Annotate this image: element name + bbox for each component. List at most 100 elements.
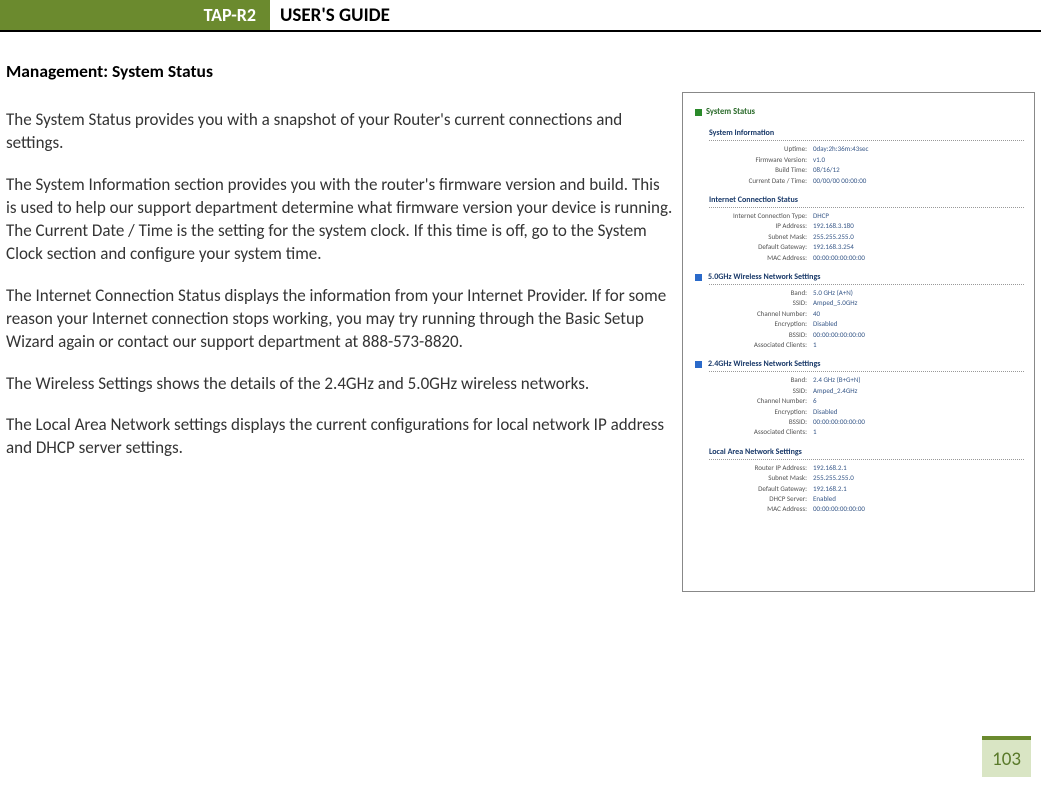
screenshot-row: DHCP Server:Enabled <box>695 494 1024 503</box>
screenshot-row-label: Build Time: <box>695 165 813 174</box>
screenshot-row: Associated Clients:1 <box>695 340 1024 349</box>
screenshot-row-label: MAC Address: <box>695 253 813 262</box>
screenshot-row: Current Date / Time:00/00/00 00:00:00 <box>695 176 1024 185</box>
screenshot-main-title: System Status <box>695 107 1024 118</box>
screenshot-row: MAC Address:00:00:00:00:00:00 <box>695 253 1024 262</box>
screenshot-row: Subnet Mask:255.255.255.0 <box>695 232 1024 241</box>
screenshot-row-label: Associated Clients: <box>695 340 813 349</box>
screenshot-row-label: Encryption: <box>695 407 813 416</box>
screenshot-row-label: Uptime: <box>695 144 813 153</box>
section-title: Management: System Status <box>6 60 674 82</box>
screenshot-row: Encryption:Disabled <box>695 407 1024 416</box>
screenshot-row-label: Firmware Version: <box>695 155 813 164</box>
screenshot-row: Build Time:08/16/12 <box>695 165 1024 174</box>
screenshot-row: Band:2.4 GHz (B+G+N) <box>695 375 1024 384</box>
paragraph: The Local Area Network settings displays… <box>6 413 674 460</box>
screenshot-row-value: 1 <box>813 427 817 436</box>
screenshot-row-value: v1.0 <box>813 155 825 164</box>
screenshot-row-label: Subnet Mask: <box>695 473 813 482</box>
screenshot-row-label: MAC Address: <box>695 504 813 513</box>
screenshot-row-value: Disabled <box>813 407 837 416</box>
screenshot-row-value: 2.4 GHz (B+G+N) <box>813 375 861 384</box>
screenshot-row-label: Encryption: <box>695 319 813 328</box>
screenshot-section-title: System Information <box>709 128 1024 141</box>
screenshot-row-label: Subnet Mask: <box>695 232 813 241</box>
screenshot-row-label: Band: <box>695 288 813 297</box>
screenshot-row-value: Amped_5.0GHz <box>813 298 857 307</box>
screenshot-row-value: 6 <box>813 396 817 405</box>
screenshot-row-value: 00:00:00:00:00:00 <box>813 417 865 426</box>
screenshot-row-value: 192.168.3.254 <box>813 242 854 251</box>
screenshot-row-value: 192.168.3.180 <box>813 221 854 230</box>
screenshot-row-value: Enabled <box>813 494 836 503</box>
screenshot-row-label: SSID: <box>695 386 813 395</box>
screenshot-row: Band:5.0 GHz (A+N) <box>695 288 1024 297</box>
header-model-badge: TAP-R2 <box>0 0 270 30</box>
screenshot-row: BSSID:00:00:00:00:00:00 <box>695 417 1024 426</box>
screenshot-section-title: Internet Connection Status <box>709 195 1024 208</box>
screenshot-row: Subnet Mask:255.255.255.0 <box>695 473 1024 482</box>
screenshot-row: Default Gateway:192.168.2.1 <box>695 484 1024 493</box>
paragraph: The Wireless Settings shows the details … <box>6 372 674 395</box>
screenshot-section-title: 2.4GHz Wireless Network Settings <box>709 359 1024 372</box>
screenshot-row: Default Gateway:192.168.3.254 <box>695 242 1024 251</box>
screenshot-row-value: 00/00/00 00:00:00 <box>813 176 866 185</box>
screenshot-row: Encryption:Disabled <box>695 319 1024 328</box>
page-number: 103 <box>982 736 1031 777</box>
screenshot-row-value: 192.168.2.1 <box>813 463 847 472</box>
screenshot-row: SSID:Amped_2.4GHz <box>695 386 1024 395</box>
paragraph: The System Status provides you with a sn… <box>6 108 674 155</box>
screenshot-section-title: 5.0GHz Wireless Network Settings <box>709 272 1024 285</box>
screenshot-row: Channel Number:6 <box>695 396 1024 405</box>
header-title: USER'S GUIDE <box>270 0 390 30</box>
screenshot-row-value: 255.255.255.0 <box>813 473 854 482</box>
screenshot-row: Uptime:0day:2h:36m:43sec <box>695 144 1024 153</box>
screenshot-row-label: BSSID: <box>695 417 813 426</box>
screenshot-row-label: Band: <box>695 375 813 384</box>
screenshot-row-value: 00:00:00:00:00:00 <box>813 330 865 339</box>
screenshot-row-label: DHCP Server: <box>695 494 813 503</box>
screenshot-row: BSSID:00:00:00:00:00:00 <box>695 330 1024 339</box>
screenshot-row: Router IP Address:192.168.2.1 <box>695 463 1024 472</box>
screenshot-row-value: 0day:2h:36m:43sec <box>813 144 868 153</box>
header-bar: TAP-R2 USER'S GUIDE <box>0 0 1041 32</box>
screenshot-section-title: Local Area Network Settings <box>709 447 1024 460</box>
screenshot-row-label: Associated Clients: <box>695 427 813 436</box>
screenshot-row-label: Default Gateway: <box>695 484 813 493</box>
paragraph: The System Information section provides … <box>6 173 674 266</box>
screenshot-row-label: SSID: <box>695 298 813 307</box>
screenshot-column: System Status System InformationUptime:0… <box>682 60 1035 592</box>
screenshot-row-value: 00:00:00:00:00:00 <box>813 253 865 262</box>
screenshot-row: Channel Number:40 <box>695 309 1024 318</box>
header-model: TAP-R2 <box>204 4 256 26</box>
screenshot-row-label: Channel Number: <box>695 396 813 405</box>
screenshot-row-value: 00:00:00:00:00:00 <box>813 504 865 513</box>
screenshot-row: IP Address:192.168.3.180 <box>695 221 1024 230</box>
screenshot-row-value: Disabled <box>813 319 837 328</box>
screenshot-row-label: IP Address: <box>695 221 813 230</box>
screenshot-row-value: 192.168.2.1 <box>813 484 847 493</box>
screenshot-row-label: Current Date / Time: <box>695 176 813 185</box>
screenshot-row: SSID:Amped_5.0GHz <box>695 298 1024 307</box>
screenshot-row-label: Router IP Address: <box>695 463 813 472</box>
screenshot-row: Internet Connection Type:DHCP <box>695 211 1024 220</box>
system-status-screenshot: System Status System InformationUptime:0… <box>682 92 1035 592</box>
screenshot-main-title-text: System Status <box>706 107 755 118</box>
screenshot-row-value: Amped_2.4GHz <box>813 386 857 395</box>
content: Management: System Status The System Sta… <box>0 60 1041 592</box>
screenshot-row-label: Internet Connection Type: <box>695 211 813 220</box>
screenshot-row: MAC Address:00:00:00:00:00:00 <box>695 504 1024 513</box>
screenshot-row-value: 1 <box>813 340 817 349</box>
screenshot-row-label: Default Gateway: <box>695 242 813 251</box>
screenshot-row-label: Channel Number: <box>695 309 813 318</box>
screenshot-row-value: 255.255.255.0 <box>813 232 854 241</box>
screenshot-row-value: 5.0 GHz (A+N) <box>813 288 853 297</box>
paragraph: The Internet Connection Status displays … <box>6 284 674 354</box>
text-column: Management: System Status The System Sta… <box>6 60 682 592</box>
screenshot-row-value: DHCP <box>813 211 829 220</box>
screenshot-row: Firmware Version:v1.0 <box>695 155 1024 164</box>
screenshot-row-label: BSSID: <box>695 330 813 339</box>
screenshot-row: Associated Clients:1 <box>695 427 1024 436</box>
square-icon <box>695 109 702 116</box>
screenshot-row-value: 40 <box>813 309 820 318</box>
